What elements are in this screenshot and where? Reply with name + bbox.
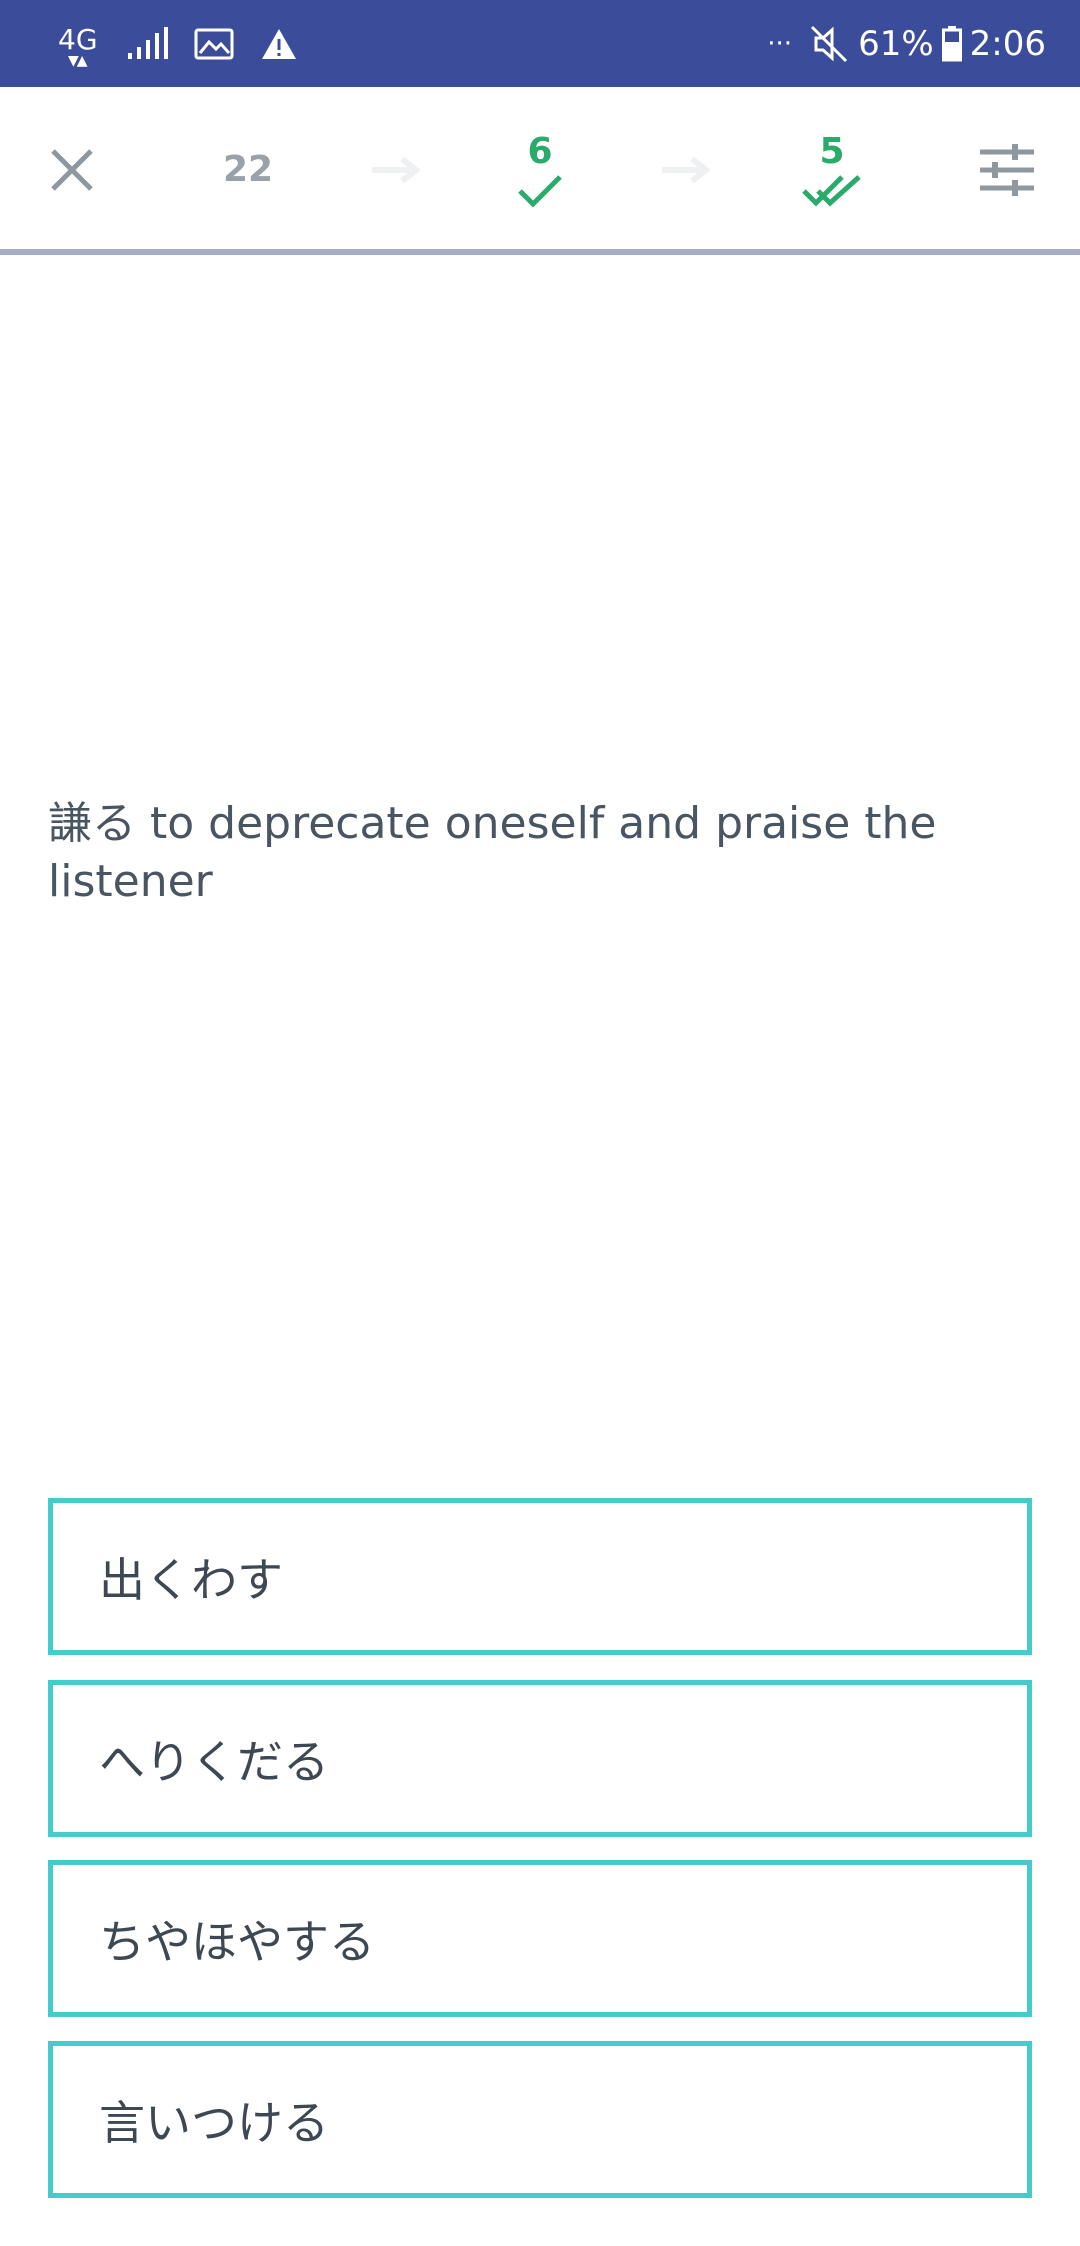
- question-prompt: 謙る to deprecate oneself and praise the l…: [48, 798, 937, 907]
- network-indicator: 4G ▼▲: [58, 19, 100, 69]
- data-arrows-icon: ▼▲: [68, 52, 87, 69]
- battery-icon: [941, 25, 962, 61]
- arrow-right-icon: [366, 87, 424, 252]
- session-toolbar: 22 6 5: [0, 87, 1080, 252]
- double-check-icon: [802, 175, 861, 207]
- new-count: 22: [222, 149, 274, 190]
- answer-option-3[interactable]: ちやほやする: [48, 1860, 1032, 2017]
- close-button[interactable]: [30, 87, 114, 252]
- answer-option-label: ちやほやする: [99, 1914, 375, 1969]
- mute-icon: [811, 25, 848, 62]
- mastered-count: 5: [819, 131, 845, 172]
- signal-icon: [128, 26, 168, 59]
- network-type: 4G: [58, 22, 98, 56]
- answer-option-2[interactable]: へりくだる: [48, 1680, 1032, 1837]
- settings-button[interactable]: [970, 87, 1044, 252]
- answer-option-label: 言いつける: [99, 2095, 329, 2150]
- answer-option-label: へりくだる: [99, 1734, 329, 1789]
- new-items-counter: 22: [200, 87, 296, 252]
- learned-count: 6: [527, 131, 553, 172]
- answer-option-4[interactable]: 言いつける: [48, 2041, 1032, 2198]
- check-icon: [518, 175, 562, 208]
- warning-icon: [262, 28, 296, 59]
- gallery-icon: [194, 28, 234, 59]
- clock: 2:06: [969, 23, 1046, 64]
- close-icon: [51, 148, 93, 191]
- arrow-right-icon-2: [656, 87, 714, 252]
- sliders-icon: [980, 143, 1034, 196]
- more-notifications: ···: [767, 28, 793, 59]
- answer-option-label: 出くわす: [99, 1552, 283, 1607]
- session-progress-bar: [0, 249, 1080, 255]
- status-bar: 4G ▼▲ ··· 61% 2:06: [0, 0, 1080, 87]
- answer-option-1[interactable]: 出くわす: [48, 1498, 1032, 1655]
- learned-counter: 6: [500, 87, 580, 252]
- battery-percent: 61%: [858, 23, 934, 64]
- mastered-counter: 5: [790, 87, 874, 252]
